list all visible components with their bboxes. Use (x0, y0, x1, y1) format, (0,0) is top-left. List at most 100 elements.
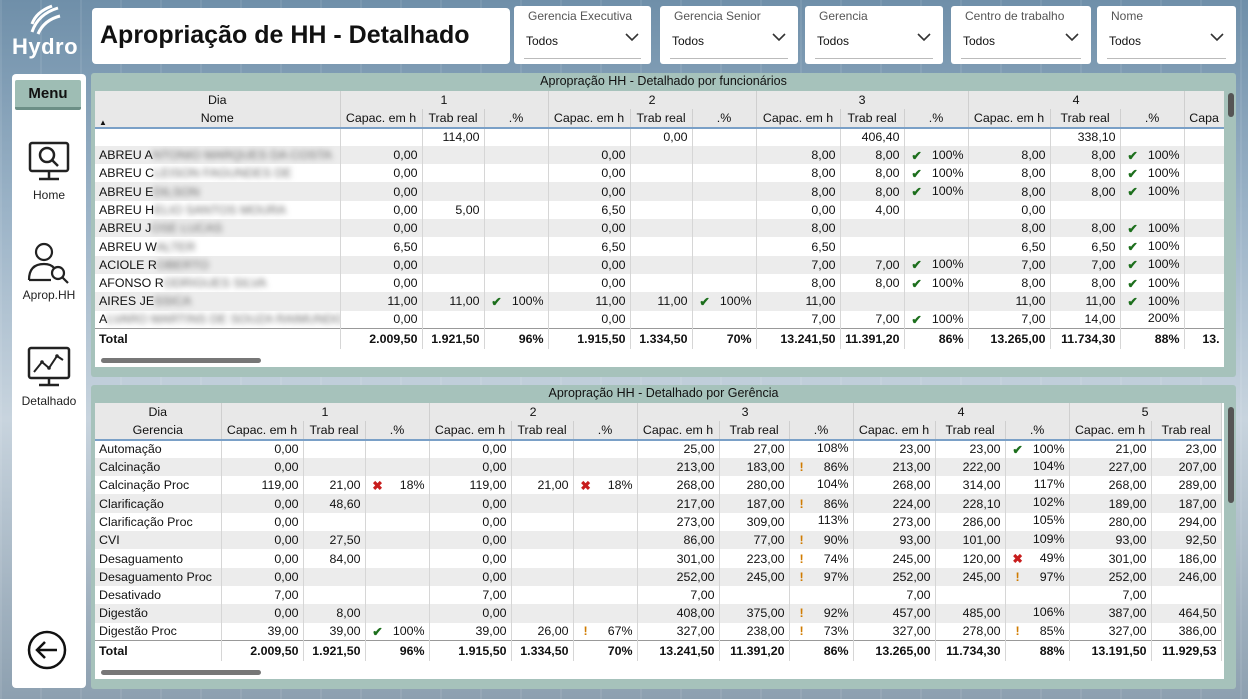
column-header[interactable]: Capac. em h (853, 421, 936, 441)
table-row[interactable]: Desaguamento 0,00 84,00 0,00 301,00 223,00! 74… (95, 549, 1222, 568)
column-header[interactable]: Trab real (630, 109, 693, 129)
chevron-down-icon[interactable] (917, 32, 931, 42)
table-cell: 11,00 (756, 292, 841, 311)
back-button[interactable] (26, 629, 68, 676)
column-header[interactable]: Trab real (511, 421, 574, 441)
header-name[interactable]: Nome ▲ (95, 109, 341, 129)
indicator-empty (1010, 532, 1026, 546)
table-row[interactable]: Calcinação Proc 119,00 21,00 ✖ 18% 119,00 21,0… (95, 476, 1222, 495)
table-cell: 301,00 (1069, 549, 1152, 568)
column-header[interactable]: Capac. em h (429, 421, 512, 441)
table-row[interactable]: Desativado 7,00 7,00 7,00 7,00 7,00 (95, 585, 1222, 605)
column-header[interactable]: Capac. em h (340, 109, 423, 129)
filter-1[interactable]: Gerencia Senior Todos (660, 6, 798, 64)
table-cell: 0,00 (429, 439, 512, 458)
chart-monitor-icon (27, 346, 71, 387)
chevron-down-icon[interactable] (625, 32, 639, 42)
table-row[interactable]: ABREU ANTONIO MARQUES DA COSTA 0,00 0,00 8,… (95, 145, 1224, 165)
table-cell (573, 512, 638, 532)
column-header[interactable]: Capac. em h (756, 109, 841, 129)
percent-value: 67% (607, 624, 633, 639)
table-row[interactable]: ABREU JOSE LUCAS 0,00 0,00 8,00 8,00 8,00 ✔ 100… (95, 219, 1224, 238)
nav-item-detalhado[interactable]: Detalhado (12, 344, 86, 408)
column-header[interactable]: Capac. em h (1069, 421, 1152, 441)
table-cell (484, 164, 549, 183)
table-row[interactable]: Calcinação 0,00 0,00 213,00 183,00! 86% 213,00… (95, 457, 1222, 477)
column-header[interactable]: .% (1005, 421, 1070, 441)
table-cell: 8,00 (968, 145, 1051, 165)
table-row[interactable]: ABREU EDILSON 0,00 0,00 8,00 8,00 ✔ 100% 8,00 8,… (95, 182, 1224, 201)
column-header[interactable]: .% (904, 109, 969, 129)
table-row[interactable]: CVI 0,00 27,50 0,00 86,00 77,00! 90% 93,00 101,0… (95, 531, 1222, 550)
column-header[interactable]: Capac. em h (637, 421, 720, 441)
table-row[interactable]: ALVARO MARTINS DE SOUZA RAIMUNDO 0,00 0,00… (95, 310, 1224, 329)
column-header[interactable]: Trab real (840, 109, 905, 129)
chevron-down-icon[interactable] (1065, 32, 1079, 42)
total-cell: 70% (692, 328, 757, 349)
chevron-down-icon[interactable] (1210, 32, 1224, 42)
check-icon: ✔ (1127, 240, 1138, 255)
column-header[interactable]: Capac. em h (968, 109, 1051, 129)
employee-name-visible: ABREU W (99, 239, 157, 254)
table-row[interactable]: Digestão 0,00 8,00 0,00 408,00 375,00! 92% 457,… (95, 604, 1222, 623)
filter-0[interactable]: Gerencia Executiva Todos (514, 6, 651, 64)
column-header[interactable]: .% (1120, 109, 1185, 129)
column-header[interactable]: .% (573, 421, 638, 441)
percent-value: 100% (931, 165, 964, 180)
column-header[interactable]: Trab real (303, 421, 366, 441)
table-cell: 6,50 (340, 237, 423, 256)
table-cell: 5,00 (422, 200, 485, 220)
column-header[interactable]: Capac. em h (548, 109, 631, 129)
table-cell: 119,00 (429, 476, 512, 495)
management-table-wrap[interactable]: Dia 1 2 3 4 5 Gerencia Capac. em h Trab real.% Ca… (95, 403, 1224, 679)
employees-table-wrap[interactable]: Dia 1 2 3 4 Nome ▲ Capac. em h Trab real.% Capac.… (95, 91, 1224, 367)
filter-2[interactable]: Gerencia Todos (805, 6, 943, 64)
column-header[interactable]: .% (365, 421, 430, 441)
column-header[interactable]: .% (484, 109, 549, 129)
table-cell (789, 585, 854, 605)
horizontal-scrollbar[interactable] (101, 670, 261, 675)
day-header: 5 (1069, 403, 1222, 422)
table-row[interactable]: AFONSO RODRIGUES SILVA 0,00 0,00 8,00 8,00 ✔ 1… (95, 273, 1224, 293)
table-cell: 4,00 (840, 200, 905, 220)
table-row[interactable]: Digestão Proc 39,00 39,00 ✔ 100% 39,00 26,00! 6… (95, 622, 1222, 641)
column-header[interactable]: Capac. em h (221, 421, 304, 441)
vertical-scrollbar[interactable] (1228, 407, 1234, 503)
horizontal-scrollbar[interactable] (101, 358, 261, 363)
table-row[interactable]: Clarificação 0,00 48,60 0,00 217,00 187,00! 86… (95, 494, 1222, 513)
employee-name-redacted: ODRIGUES SILVA (163, 276, 267, 291)
table-row[interactable]: AIRES JESSICA 11,00 11,00 ✔ 100% 11,00 11,00 ✔ 1… (95, 292, 1224, 311)
warning-icon: ! (799, 624, 804, 639)
table-cell: ✖ 49% (1005, 549, 1070, 568)
column-header-partial[interactable]: Capa (1184, 109, 1224, 129)
table-row[interactable]: ABREU CLEISON FAGUNDES DE 0,00 0,00 8,00 8,0… (95, 164, 1224, 183)
filter-4[interactable]: Nome Todos (1097, 6, 1236, 64)
column-header[interactable]: .% (692, 109, 757, 129)
table-row[interactable]: Clarificação Proc 0,00 0,00 273,00 309,00 113… (95, 512, 1222, 532)
table-row[interactable]: Desaguamento Proc 0,00 0,00 252,00 245,00! 97… (95, 567, 1222, 586)
menu-button[interactable]: Menu (15, 80, 81, 110)
header-gerencia[interactable]: Gerencia (95, 421, 222, 441)
filter-3[interactable]: Centro de trabalho Todos (951, 6, 1091, 64)
column-header[interactable]: Trab real (422, 109, 485, 129)
table-cell: 314,00 (935, 476, 1006, 495)
vertical-scrollbar[interactable] (1228, 93, 1234, 117)
column-header[interactable]: Trab real (719, 421, 790, 441)
table-cell: 21,00 (1069, 439, 1152, 458)
column-header[interactable]: .% (789, 421, 854, 441)
column-header[interactable]: Trab real (1050, 109, 1121, 129)
table-row[interactable]: Automação 0,00 0,00 25,00 27,00 108% 23,00 23,0… (95, 439, 1222, 458)
table-row[interactable]: ABREU WALTER 6,50 6,50 6,50 6,50 6,50 ✔ 100% (95, 237, 1224, 256)
table-cell: 268,00 (853, 476, 936, 495)
table-row[interactable]: ACIOLE ROBERTO 0,00 0,00 7,00 7,00 ✔ 100% 7,00 7… (95, 255, 1224, 274)
table-row[interactable]: ABREU HELIO SANTOS MOURA 0,00 5,00 6,50 0,00… (95, 200, 1224, 220)
chevron-down-icon[interactable] (772, 32, 786, 42)
nav-item-aprop-hh[interactable]: Aprop.HH (12, 238, 86, 302)
sort-ascending-icon[interactable]: ▲ (99, 118, 107, 126)
total-cell: 1.921,50 (422, 328, 485, 349)
employee-name-redacted: LVARO MARTINS DE SOUZA RAIMUNDO (107, 312, 340, 327)
column-header[interactable]: Trab real (1151, 421, 1222, 441)
nav-item-home[interactable]: Home (12, 138, 86, 202)
column-header[interactable]: Trab real (935, 421, 1006, 441)
table-cell: 0,00 (548, 310, 631, 329)
